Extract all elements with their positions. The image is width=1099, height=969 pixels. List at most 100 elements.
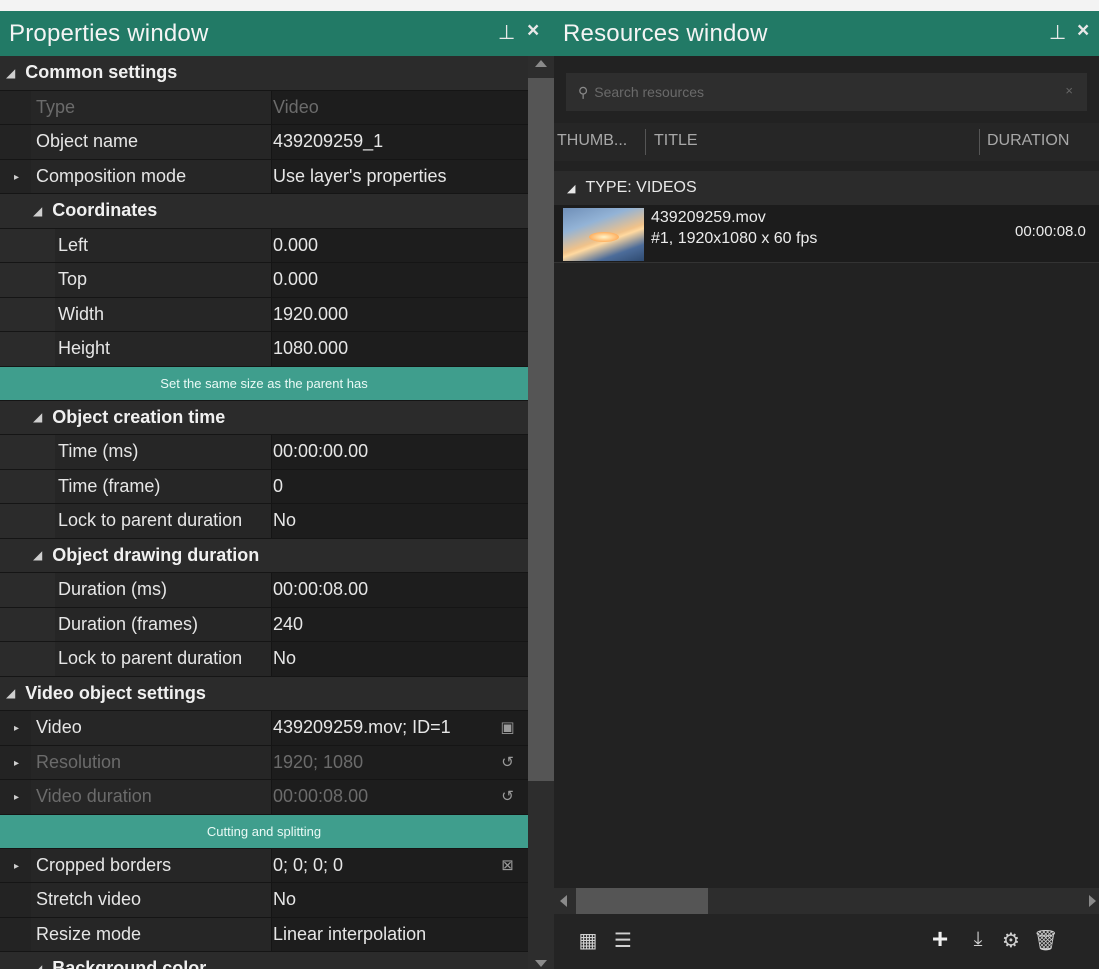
collapse-icon[interactable]: ◢: [33, 410, 42, 424]
properties-titlebar: Properties window ⊥ ×: [0, 11, 554, 56]
property-label: Resolution: [0, 745, 271, 779]
cutting-and-splitting-button[interactable]: Cutting and splitting: [0, 814, 528, 849]
section-label: Background color: [52, 958, 207, 969]
close-icon[interactable]: ×: [1077, 19, 1089, 43]
resource-item[interactable]: 439209259.mov #1, 1920x1080 x 60 fps 00:…: [554, 205, 1099, 263]
property-value[interactable]: Use layer's properties: [271, 159, 528, 193]
property-value[interactable]: 0.000: [271, 263, 528, 297]
row-indent: [0, 607, 55, 641]
property-row-lock-to-parent-duration: Lock to parent duration No: [0, 642, 528, 677]
column-divider[interactable]: [979, 129, 980, 155]
pin-icon[interactable]: ⊥: [1049, 20, 1066, 45]
thumbnail-view-icon[interactable]: ▦: [576, 928, 600, 953]
property-value[interactable]: 240: [271, 607, 528, 641]
section-object-creation-time[interactable]: ◢ Object creation time: [0, 400, 528, 435]
section-label: Coordinates: [52, 200, 158, 221]
row-indent: [0, 263, 55, 297]
scroll-left-arrow[interactable]: [560, 895, 567, 907]
collapse-icon[interactable]: ◢: [33, 962, 42, 969]
collapse-icon[interactable]: ◢: [33, 548, 42, 562]
settings-gear-icon[interactable]: ⚙: [999, 928, 1023, 953]
import-icon[interactable]: ⤓: [966, 928, 990, 951]
column-thumb[interactable]: THUMB...: [557, 132, 627, 150]
property-row-width: Width 1920.000: [0, 297, 528, 332]
row-indent: [0, 90, 31, 124]
section-coordinates[interactable]: ◢ Coordinates: [0, 194, 528, 229]
expand-icon[interactable]: ▸: [14, 172, 19, 183]
row-indent: [0, 332, 55, 366]
property-value[interactable]: 439209259.mov; ID=1: [271, 711, 528, 745]
pin-icon[interactable]: ⊥: [498, 20, 515, 45]
expand-icon[interactable]: ▸: [14, 758, 19, 769]
expand-icon[interactable]: ▸: [14, 861, 19, 872]
scroll-right-arrow[interactable]: [1089, 895, 1096, 907]
collapse-icon[interactable]: ◢: [567, 182, 575, 195]
section-label: Common settings: [25, 62, 178, 83]
vertical-scrollbar[interactable]: [528, 56, 554, 969]
resources-toolbar: ▦ ☰ + ⤓ ⚙ 🗑: [554, 914, 1099, 969]
reset-icon[interactable]: ↺: [499, 754, 516, 771]
horizontal-scrollbar[interactable]: [554, 888, 1099, 914]
row-indent: [0, 297, 55, 331]
property-value[interactable]: 0: [271, 469, 528, 503]
property-row-duration-ms: Duration (ms) 00:00:08.00: [0, 573, 528, 608]
reset-icon[interactable]: ↺: [499, 788, 516, 805]
scroll-down-arrow[interactable]: [535, 960, 547, 967]
close-icon[interactable]: ×: [527, 19, 539, 43]
section-object-drawing-duration[interactable]: ◢ Object drawing duration: [0, 538, 528, 573]
row-indent: [0, 883, 31, 917]
row-indent: [0, 435, 55, 469]
expand-icon[interactable]: ▸: [14, 723, 19, 734]
collapse-icon[interactable]: ◢: [33, 204, 42, 218]
group-header-videos[interactable]: ◢ TYPE: VIDEOS: [554, 171, 1099, 205]
row-indent: [0, 573, 55, 607]
property-value[interactable]: 00:00:08.00: [271, 573, 528, 607]
property-value[interactable]: 1920.000: [271, 297, 528, 331]
crop-icon[interactable]: ⊠: [499, 857, 516, 874]
scrollbar-thumb[interactable]: [576, 888, 708, 914]
section-background-color[interactable]: ◢ Background color: [0, 952, 528, 969]
property-row-duration-frames: Duration (frames) 240: [0, 607, 528, 642]
property-label: Video duration: [0, 780, 271, 814]
property-value[interactable]: No: [271, 883, 528, 917]
collapse-icon[interactable]: ◢: [6, 66, 15, 80]
property-row-video: Video 439209259.mov; ID=1 ▸ ▣: [0, 711, 528, 746]
column-headers: THUMB... TITLE DURATION: [554, 123, 1099, 161]
section-video-object-settings[interactable]: ◢ Video object settings: [0, 676, 528, 711]
film-icon[interactable]: ▣: [499, 719, 516, 736]
property-label: Cropped borders: [0, 848, 271, 882]
property-value[interactable]: 0.000: [271, 228, 528, 262]
property-value: 00:00:08.00: [271, 780, 528, 814]
column-title[interactable]: TITLE: [654, 132, 698, 150]
scroll-up-arrow[interactable]: [535, 60, 547, 67]
set-the-same-size-as-the-parent-has-button[interactable]: Set the same size as the parent has: [0, 366, 528, 401]
property-row-type: Type Video: [0, 90, 528, 125]
property-value[interactable]: 00:00:00.00: [271, 435, 528, 469]
collapse-icon[interactable]: ◢: [6, 686, 15, 700]
row-indent: [0, 504, 55, 538]
list-view-icon[interactable]: ☰: [611, 928, 635, 953]
property-value: 1920; 1080: [271, 745, 528, 779]
column-duration[interactable]: DURATION: [987, 132, 1069, 150]
property-row-top: Top 0.000: [0, 263, 528, 298]
property-value[interactable]: 439209259_1: [271, 125, 528, 159]
property-value[interactable]: 0; 0; 0; 0: [271, 848, 528, 882]
clear-search-icon[interactable]: ×: [1065, 83, 1073, 98]
row-indent: [0, 469, 55, 503]
property-value[interactable]: 1080.000: [271, 332, 528, 366]
scrollbar-thumb[interactable]: [528, 78, 554, 781]
property-value[interactable]: Linear interpolation: [271, 917, 528, 951]
add-icon[interactable]: +: [928, 923, 952, 955]
section-label: Object creation time: [52, 406, 226, 427]
column-divider[interactable]: [645, 129, 646, 155]
section-common-settings[interactable]: ◢ Common settings: [0, 56, 528, 91]
property-row-time-ms: Time (ms) 00:00:00.00: [0, 435, 528, 470]
property-value[interactable]: No: [271, 642, 528, 676]
property-value: Video: [271, 90, 528, 124]
resource-title: 439209259.mov: [651, 209, 766, 226]
trash-icon[interactable]: 🗑: [1033, 928, 1058, 953]
row-indent: [0, 642, 55, 676]
property-value[interactable]: No: [271, 504, 528, 538]
expand-icon[interactable]: ▸: [14, 792, 19, 803]
search-input[interactable]: ⚲ Search resources ×: [566, 73, 1087, 111]
